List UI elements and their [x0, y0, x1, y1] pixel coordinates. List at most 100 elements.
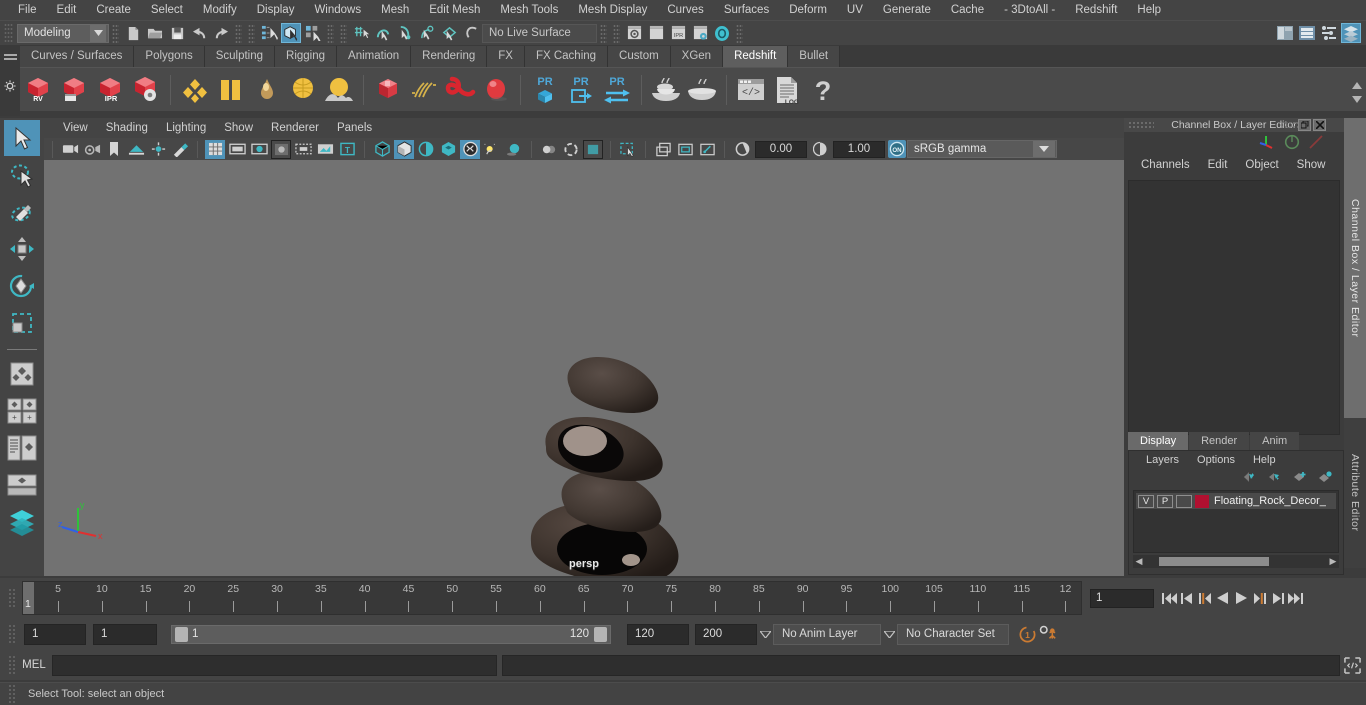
viewport-menu-item-panels[interactable]: Panels [328, 118, 381, 138]
multisample-icon[interactable] [561, 140, 581, 159]
shelf-tab-fx[interactable]: FX [487, 46, 525, 67]
layer-menu-item-help[interactable]: Help [1244, 451, 1285, 470]
slash-gizmo-icon[interactable] [1308, 134, 1324, 153]
gate-mask-icon[interactable] [271, 139, 291, 159]
redshift-dome-light-icon[interactable] [321, 70, 357, 110]
go-to-start-icon[interactable] [1160, 588, 1178, 608]
menu-item-display[interactable]: Display [247, 0, 305, 20]
quick-layout-outliner-persp-icon[interactable] [4, 430, 40, 466]
layer-color-swatch[interactable] [1195, 494, 1209, 508]
move-layer-down-icon[interactable] [1268, 471, 1283, 486]
safe-action-icon[interactable] [315, 140, 335, 159]
step-back-keyframe-icon[interactable] [1178, 588, 1196, 608]
shelf-tab-bullet[interactable]: Bullet [788, 46, 841, 67]
move-tool[interactable] [4, 231, 40, 267]
film-gate-display-icon[interactable] [675, 140, 695, 159]
chevron-down-icon[interactable] [757, 624, 773, 644]
xray-icon[interactable] [583, 139, 603, 159]
layer-tab-display[interactable]: Display [1128, 432, 1189, 450]
redshift-render-view-icon[interactable]: RV [20, 70, 56, 110]
redshift-pr-sync-icon[interactable]: PR [599, 70, 635, 110]
channelbox-menu-item-channels[interactable]: Channels [1132, 154, 1199, 176]
go-to-end-icon[interactable] [1286, 588, 1304, 608]
range-bar-left-handle[interactable] [175, 626, 188, 642]
attribute-editor-icon[interactable] [1297, 23, 1317, 43]
scrollbar-thumb[interactable] [1159, 557, 1269, 566]
channel-box-layer-editor-icon[interactable] [1341, 23, 1361, 43]
redshift-proxy-icon[interactable] [370, 70, 406, 110]
save-scene-icon[interactable] [167, 23, 187, 43]
snap-to-point-icon[interactable] [395, 23, 415, 43]
toolbar-grip[interactable] [736, 23, 743, 43]
menu-item-edit[interactable]: Edit [47, 0, 87, 20]
menu-item-generate[interactable]: Generate [873, 0, 941, 20]
quick-layout-single-icon[interactable] [4, 356, 40, 392]
chevron-down-icon[interactable] [90, 24, 106, 42]
tool-settings-icon[interactable] [1319, 23, 1339, 43]
panel-grip[interactable] [1128, 120, 1154, 130]
motion-blur-icon[interactable] [539, 140, 559, 159]
select-by-object-type-icon[interactable] [281, 23, 301, 43]
restore-icon[interactable] [1298, 119, 1311, 131]
snap-to-view-plane-icon[interactable] [439, 23, 459, 43]
shelf-tab-redshift[interactable]: Redshift [723, 46, 789, 67]
use-all-lights-icon[interactable] [460, 139, 480, 159]
shelf-tab-rendering[interactable]: Rendering [411, 46, 488, 67]
menu-set-selector[interactable]: Modeling [17, 23, 109, 43]
scroll-left-arrow-icon[interactable]: ◀ [1133, 556, 1145, 567]
range-end-field[interactable]: 120 [627, 623, 689, 645]
range-start-field[interactable]: 1 [93, 623, 157, 645]
make-live-icon[interactable] [461, 23, 481, 43]
current-frame-field[interactable]: 1 [1090, 588, 1154, 608]
scale-tool[interactable] [4, 305, 40, 341]
viewport-menu-item-show[interactable]: Show [215, 118, 262, 138]
redshift-curve-icon[interactable] [442, 70, 478, 110]
menu-item-deform[interactable]: Deform [779, 0, 837, 20]
range-slider-grip[interactable] [8, 624, 16, 644]
snap-to-curve-icon[interactable] [373, 23, 393, 43]
redshift-pr-mesh-icon[interactable]: PR [527, 70, 563, 110]
text-display-icon[interactable]: T [337, 140, 357, 159]
viewport-canvas[interactable]: persp y x z [44, 160, 1124, 576]
render-current-frame-icon[interactable] [624, 23, 644, 43]
shadows-icon[interactable] [482, 140, 502, 159]
color-profile-selector[interactable]: sRGB gamma [907, 140, 1057, 158]
command-output-field[interactable] [502, 654, 1340, 676]
render-settings-icon[interactable] [690, 23, 710, 43]
menu-item-cache[interactable]: Cache [941, 0, 994, 20]
menu-item-modify[interactable]: Modify [193, 0, 247, 20]
shelf-scroll-arrows[interactable] [1350, 70, 1364, 114]
select-by-hierarchy-icon[interactable] [259, 23, 279, 43]
camera-attributes-icon[interactable] [82, 140, 102, 159]
animation-preferences-icon[interactable] [1039, 624, 1059, 644]
command-input-field[interactable] [52, 654, 497, 676]
axis-gizmo-icon[interactable] [1258, 134, 1276, 153]
menu-item-surfaces[interactable]: Surfaces [714, 0, 779, 20]
smooth-shade-icon[interactable] [394, 139, 414, 159]
quick-layout-four-icon[interactable]: + + [4, 393, 40, 429]
menu-item-edit-mesh[interactable]: Edit Mesh [419, 0, 490, 20]
menu-item-3dtoall[interactable]: - 3DtoAll - [994, 0, 1065, 20]
redshift-blob-icon[interactable] [478, 70, 514, 110]
paint-select-tool[interactable] [4, 194, 40, 230]
step-forward-keyframe-icon[interactable] [1268, 588, 1286, 608]
undo-icon[interactable] [189, 23, 209, 43]
close-icon[interactable] [1313, 119, 1326, 131]
redshift-sphere-icon[interactable] [285, 70, 321, 110]
shelf-tab-sculpting[interactable]: Sculpting [204, 46, 276, 67]
viewport-menu-item-renderer[interactable]: Renderer [262, 118, 328, 138]
layer-tab-render[interactable]: Render [1189, 432, 1250, 450]
select-by-component-type-icon[interactable] [303, 23, 323, 43]
move-layer-up-icon[interactable] [1243, 471, 1258, 486]
range-bar-right-handle[interactable] [594, 626, 607, 642]
viewport-menu-item-shading[interactable]: Shading [97, 118, 157, 138]
redshift-help-icon[interactable]: ? [805, 70, 841, 110]
shelf-tab-xgen[interactable]: XGen [670, 46, 724, 67]
paint-effects-icon[interactable] [170, 140, 190, 159]
menu-item-help[interactable]: Help [1127, 0, 1171, 20]
layer-shading-toggle[interactable] [1176, 494, 1192, 508]
auto-keyframe-icon[interactable]: 1 [1017, 624, 1037, 644]
toolbar-grip[interactable] [600, 23, 607, 43]
menu-item-mesh-tools[interactable]: Mesh Tools [490, 0, 568, 20]
character-set-selector[interactable]: No Character Set [897, 623, 1009, 645]
